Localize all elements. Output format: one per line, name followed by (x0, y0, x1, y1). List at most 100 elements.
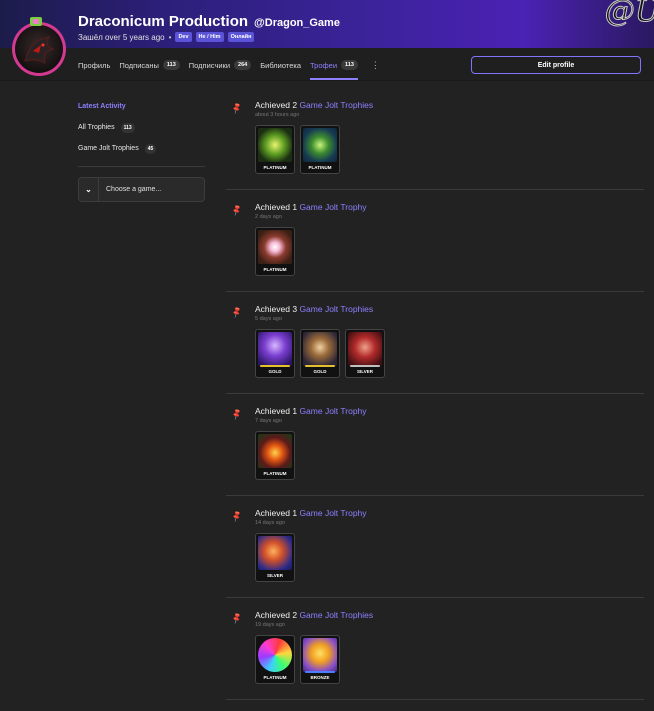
chevron-down-icon: ⌄ (79, 178, 99, 201)
trophy-art-icon (348, 332, 382, 366)
profile-header: @Ü Draconicum Production @Dragon_Game За… (0, 0, 654, 80)
pin-icon: 📌 (230, 204, 244, 217)
trophy-tier-label: SILVER (357, 369, 373, 374)
trophy-tier-label: PLATINUM (263, 267, 287, 272)
trophy-card[interactable]: GOLD (255, 329, 295, 378)
trophy-list: PLATINUM BRONZE (255, 635, 340, 684)
trophy-list: GOLD GOLD SILVER (255, 329, 385, 378)
sidebar-item-label: Game Jolt Trophies (78, 145, 139, 152)
trophy-card[interactable]: PLATINUM (255, 635, 295, 684)
profile-nav: Профиль Подписаны 113 Подписчики 264 Библи… (78, 50, 380, 80)
tab-count: 113 (162, 60, 180, 70)
activity-title: Achieved 1 Game Jolt Trophy (255, 406, 367, 416)
trophy-card[interactable]: SILVER (345, 329, 385, 378)
profile-handle[interactable]: @Dragon_Game (254, 17, 340, 29)
online-badge: Онлайн (227, 32, 255, 42)
dev-badge: Dev (175, 32, 192, 42)
activity-prefix: Achieved 1 (255, 202, 298, 212)
tab-following[interactable]: Подписаны 113 (119, 50, 180, 80)
trophy-art-icon (303, 638, 337, 672)
activity-title: Achieved 1 Game Jolt Trophy (255, 508, 367, 518)
tab-library[interactable]: Библиотека (260, 50, 301, 80)
tab-label: Подписчики (188, 60, 231, 70)
trophy-type-link[interactable]: Game Jolt Trophies (299, 304, 373, 314)
trophy-list: PLATINUM (255, 227, 295, 276)
trophy-art-icon (258, 536, 292, 570)
dragon-avatar-icon (24, 36, 55, 65)
trophy-tier-label: GOLD (313, 369, 327, 374)
trophy-tier-bar (350, 365, 380, 367)
sidebar-item-label: Latest Activity (78, 103, 126, 110)
activity-item: 📌 Achieved 1 Game Jolt Trophy 14 days ago S… (226, 496, 644, 598)
pin-icon: 📌 (230, 408, 244, 421)
activity-item: 📌 Achieved 3 Game Jolt Trophies 5 days ago… (226, 292, 644, 394)
trophy-tier-bar (305, 365, 335, 367)
activity-prefix: Achieved 2 (255, 610, 298, 620)
joined-text: Зашёл over 5 years ago (78, 32, 165, 42)
activity-item: 📌 Achieved 2 Game Jolt Trophies about 3 ho… (226, 88, 644, 190)
sidebar-item-all-trophies[interactable]: All Trophies 113 (78, 117, 205, 138)
tab-label: Трофеи (309, 60, 338, 70)
trophy-type-link[interactable]: Game Jolt Trophy (299, 406, 366, 416)
activity-title: Achieved 2 Game Jolt Trophies (255, 610, 373, 620)
sidebar-item-label: All Trophies (78, 124, 115, 131)
trophy-art-icon (258, 128, 292, 162)
activity-time: 19 days ago (255, 622, 285, 628)
activity-title: Achieved 1 Game Jolt Trophy (255, 202, 367, 212)
trophy-type-link[interactable]: Game Jolt Trophy (299, 508, 366, 518)
trophy-card[interactable]: PLATINUM (255, 125, 295, 174)
tab-count: 264 (234, 60, 252, 70)
tab-profile[interactable]: Профиль (78, 50, 110, 80)
activity-title: Achieved 2 Game Jolt Trophies (255, 100, 373, 110)
trophy-art-icon (258, 230, 292, 264)
trophy-tier-bar (305, 671, 335, 673)
trophy-tier-label: PLATINUM (263, 675, 287, 680)
trophy-list: PLATINUM (255, 431, 295, 480)
trophy-tier-label: PLATINUM (308, 165, 332, 170)
trophy-list: PLATINUM PLATINUM (255, 125, 340, 174)
activity-time: 7 days ago (255, 418, 282, 424)
pronoun-badge: He / Him (195, 32, 224, 42)
trophy-art-icon (258, 332, 292, 366)
trophy-art-icon (303, 332, 337, 366)
crown-icon (30, 17, 42, 26)
trophy-card[interactable]: PLATINUM (255, 227, 295, 276)
trophy-card[interactable]: PLATINUM (255, 431, 295, 480)
banner-decoration: @Ü (594, 0, 654, 28)
meta-separator: • (168, 32, 172, 42)
tab-count: 113 (341, 60, 358, 70)
trophy-type-link[interactable]: Game Jolt Trophy (299, 202, 366, 212)
pin-icon: 📌 (230, 510, 244, 523)
trophy-type-link[interactable]: Game Jolt Trophies (299, 100, 373, 110)
trophy-card[interactable]: PLATINUM (300, 125, 340, 174)
choose-game-dropdown[interactable]: ⌄ Choose a game... (78, 177, 205, 202)
tab-trophies[interactable]: Трофеи 113 (309, 50, 358, 80)
tab-label: Библиотека (260, 60, 301, 70)
sidebar-item-game-jolt-trophies[interactable]: Game Jolt Trophies 45 (78, 138, 205, 159)
trophy-type-link[interactable]: Game Jolt Trophies (299, 610, 373, 620)
trophy-tier-label: BRONZE (310, 675, 330, 680)
activity-prefix: Achieved 3 (255, 304, 298, 314)
activity-time: 14 days ago (255, 520, 285, 526)
pin-icon: 📌 (230, 612, 244, 625)
more-options-icon[interactable]: ⋮ (371, 60, 380, 71)
sidebar-item-latest-activity[interactable]: Latest Activity (78, 96, 205, 117)
activity-time: about 3 hours ago (255, 112, 300, 118)
trophy-art-icon (258, 638, 292, 672)
trophy-art-icon (258, 434, 292, 468)
profile-name: Draconicum Production (78, 13, 249, 30)
trophy-card[interactable]: GOLD (300, 329, 340, 378)
tab-label: Профиль (78, 60, 111, 70)
tab-label: Подписаны (119, 60, 159, 70)
tab-followers[interactable]: Подписчики 264 (188, 50, 252, 80)
trophy-list: SILVER (255, 533, 295, 582)
trophy-card[interactable]: BRONZE (300, 635, 340, 684)
sidebar-item-count: 113 (120, 122, 135, 133)
avatar[interactable] (12, 22, 66, 76)
trophy-tier-label: PLATINUM (263, 165, 287, 170)
activity-prefix: Achieved 1 (255, 508, 298, 518)
trophy-card[interactable]: SILVER (255, 533, 295, 582)
edit-profile-button[interactable]: Edit profile (471, 56, 641, 74)
trophy-tier-label: PLATINUM (263, 471, 287, 476)
activity-prefix: Achieved 2 (255, 100, 298, 110)
